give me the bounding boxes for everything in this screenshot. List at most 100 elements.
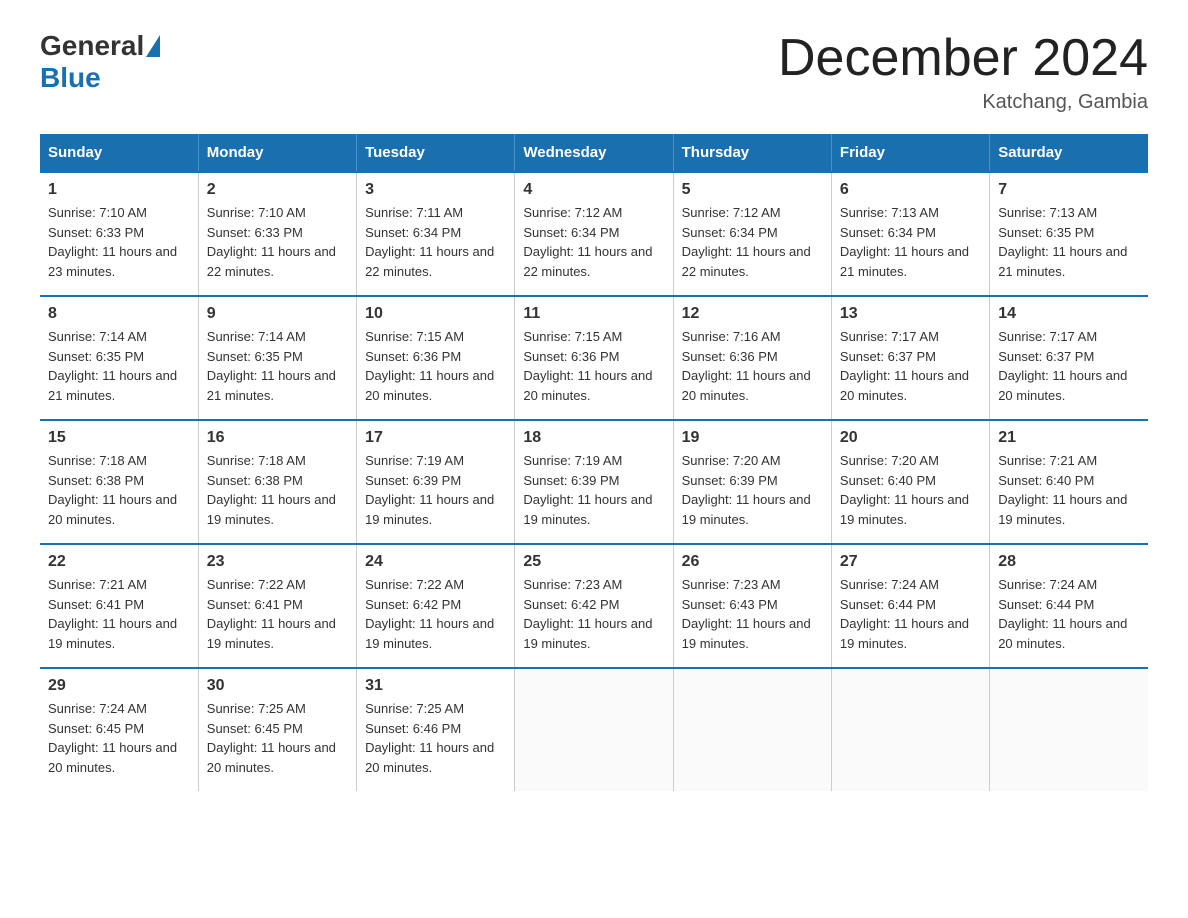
calendar-week-row: 15Sunrise: 7:18 AMSunset: 6:38 PMDayligh… [40, 420, 1148, 544]
day-number: 12 [682, 305, 823, 323]
day-info: Sunrise: 7:14 AMSunset: 6:35 PMDaylight:… [48, 327, 190, 405]
day-number: 26 [682, 553, 823, 571]
location-subtitle: Katchang, Gambia [778, 91, 1148, 114]
day-number: 8 [48, 305, 190, 323]
day-info: Sunrise: 7:24 AMSunset: 6:44 PMDaylight:… [840, 575, 981, 653]
day-number: 2 [207, 181, 348, 199]
day-info: Sunrise: 7:23 AMSunset: 6:43 PMDaylight:… [682, 575, 823, 653]
day-number: 31 [365, 677, 506, 695]
day-info: Sunrise: 7:15 AMSunset: 6:36 PMDaylight:… [365, 327, 506, 405]
day-info: Sunrise: 7:12 AMSunset: 6:34 PMDaylight:… [523, 203, 664, 281]
day-info: Sunrise: 7:24 AMSunset: 6:44 PMDaylight:… [998, 575, 1140, 653]
day-info: Sunrise: 7:19 AMSunset: 6:39 PMDaylight:… [523, 451, 664, 529]
logo-general-text: General [40, 30, 144, 62]
day-number: 22 [48, 553, 190, 571]
calendar-day-cell: 15Sunrise: 7:18 AMSunset: 6:38 PMDayligh… [40, 420, 198, 544]
calendar-day-cell: 2 Sunrise: 7:10 AMSunset: 6:33 PMDaylight… [198, 172, 356, 296]
day-number: 29 [48, 677, 190, 695]
day-of-week-header: Saturday [990, 134, 1148, 172]
day-info: Sunrise: 7:10 AMSunset: 6:33 PMDaylight:… [48, 203, 190, 281]
day-number: 24 [365, 553, 506, 571]
month-title: December 2024 [778, 30, 1148, 87]
day-number: 11 [523, 305, 664, 323]
day-info: Sunrise: 7:12 AMSunset: 6:34 PMDaylight:… [682, 203, 823, 281]
calendar-day-cell: 28 Sunrise: 7:24 AMSunset: 6:44 PMDayligh… [990, 544, 1148, 668]
day-info: Sunrise: 7:10 AMSunset: 6:33 PMDaylight:… [207, 203, 348, 281]
page-header: General Blue December 2024 Katchang, Gam… [40, 30, 1148, 114]
day-number: 1 [48, 181, 190, 199]
day-number: 19 [682, 429, 823, 447]
day-info: Sunrise: 7:17 AMSunset: 6:37 PMDaylight:… [840, 327, 981, 405]
day-number: 6 [840, 181, 981, 199]
day-number: 28 [998, 553, 1140, 571]
calendar-day-cell: 8 Sunrise: 7:14 AMSunset: 6:35 PMDaylight… [40, 296, 198, 420]
day-info: Sunrise: 7:13 AMSunset: 6:35 PMDaylight:… [998, 203, 1140, 281]
calendar-header-row: SundayMondayTuesdayWednesdayThursdayFrid… [40, 134, 1148, 172]
day-of-week-header: Tuesday [357, 134, 515, 172]
calendar-day-cell [990, 668, 1148, 791]
calendar-day-cell [673, 668, 831, 791]
calendar-day-cell: 16 Sunrise: 7:18 AMSunset: 6:38 PMDayligh… [198, 420, 356, 544]
day-number: 14 [998, 305, 1140, 323]
day-number: 13 [840, 305, 981, 323]
day-info: Sunrise: 7:15 AMSunset: 6:36 PMDaylight:… [523, 327, 664, 405]
calendar-day-cell: 27 Sunrise: 7:24 AMSunset: 6:44 PMDayligh… [831, 544, 989, 668]
day-info: Sunrise: 7:21 AMSunset: 6:40 PMDaylight:… [998, 451, 1140, 529]
calendar-week-row: 29 Sunrise: 7:24 AMSunset: 6:45 PMDayligh… [40, 668, 1148, 791]
calendar-day-cell: 12Sunrise: 7:16 AMSunset: 6:36 PMDayligh… [673, 296, 831, 420]
day-of-week-header: Wednesday [515, 134, 673, 172]
day-info: Sunrise: 7:20 AMSunset: 6:39 PMDaylight:… [682, 451, 823, 529]
title-block: December 2024 Katchang, Gambia [778, 30, 1148, 114]
day-number: 30 [207, 677, 348, 695]
day-number: 21 [998, 429, 1140, 447]
calendar-day-cell [515, 668, 673, 791]
calendar-day-cell: 26 Sunrise: 7:23 AMSunset: 6:43 PMDayligh… [673, 544, 831, 668]
calendar-day-cell [831, 668, 989, 791]
calendar-day-cell: 7 Sunrise: 7:13 AMSunset: 6:35 PMDaylight… [990, 172, 1148, 296]
day-number: 7 [998, 181, 1140, 199]
calendar-day-cell: 1 Sunrise: 7:10 AMSunset: 6:33 PMDaylight… [40, 172, 198, 296]
day-number: 16 [207, 429, 348, 447]
day-info: Sunrise: 7:18 AMSunset: 6:38 PMDaylight:… [48, 451, 190, 529]
calendar-table: SundayMondayTuesdayWednesdayThursdayFrid… [40, 134, 1148, 791]
calendar-day-cell: 25Sunrise: 7:23 AMSunset: 6:42 PMDayligh… [515, 544, 673, 668]
calendar-day-cell: 6Sunrise: 7:13 AMSunset: 6:34 PMDaylight… [831, 172, 989, 296]
calendar-day-cell: 18 Sunrise: 7:19 AMSunset: 6:39 PMDayligh… [515, 420, 673, 544]
logo-triangle-icon [146, 35, 160, 57]
calendar-week-row: 8 Sunrise: 7:14 AMSunset: 6:35 PMDaylight… [40, 296, 1148, 420]
day-number: 5 [682, 181, 823, 199]
day-info: Sunrise: 7:22 AMSunset: 6:42 PMDaylight:… [365, 575, 506, 653]
day-info: Sunrise: 7:25 AMSunset: 6:46 PMDaylight:… [365, 699, 506, 777]
calendar-day-cell: 13 Sunrise: 7:17 AMSunset: 6:37 PMDayligh… [831, 296, 989, 420]
day-info: Sunrise: 7:18 AMSunset: 6:38 PMDaylight:… [207, 451, 348, 529]
day-of-week-header: Monday [198, 134, 356, 172]
calendar-day-cell: 11 Sunrise: 7:15 AMSunset: 6:36 PMDayligh… [515, 296, 673, 420]
day-of-week-header: Friday [831, 134, 989, 172]
calendar-day-cell: 5 Sunrise: 7:12 AMSunset: 6:34 PMDaylight… [673, 172, 831, 296]
day-info: Sunrise: 7:23 AMSunset: 6:42 PMDaylight:… [523, 575, 664, 653]
day-info: Sunrise: 7:24 AMSunset: 6:45 PMDaylight:… [48, 699, 190, 777]
day-info: Sunrise: 7:19 AMSunset: 6:39 PMDaylight:… [365, 451, 506, 529]
day-number: 9 [207, 305, 348, 323]
calendar-day-cell: 21 Sunrise: 7:21 AMSunset: 6:40 PMDayligh… [990, 420, 1148, 544]
calendar-day-cell: 17Sunrise: 7:19 AMSunset: 6:39 PMDayligh… [357, 420, 515, 544]
day-number: 27 [840, 553, 981, 571]
calendar-day-cell: 4 Sunrise: 7:12 AMSunset: 6:34 PMDaylight… [515, 172, 673, 296]
day-info: Sunrise: 7:22 AMSunset: 6:41 PMDaylight:… [207, 575, 348, 653]
logo: General Blue [40, 30, 162, 94]
day-info: Sunrise: 7:14 AMSunset: 6:35 PMDaylight:… [207, 327, 348, 405]
calendar-day-cell: 10 Sunrise: 7:15 AMSunset: 6:36 PMDayligh… [357, 296, 515, 420]
calendar-week-row: 1 Sunrise: 7:10 AMSunset: 6:33 PMDaylight… [40, 172, 1148, 296]
calendar-day-cell: 3Sunrise: 7:11 AMSunset: 6:34 PMDaylight… [357, 172, 515, 296]
day-number: 4 [523, 181, 664, 199]
calendar-day-cell: 20Sunrise: 7:20 AMSunset: 6:40 PMDayligh… [831, 420, 989, 544]
calendar-day-cell: 23Sunrise: 7:22 AMSunset: 6:41 PMDayligh… [198, 544, 356, 668]
day-number: 10 [365, 305, 506, 323]
day-info: Sunrise: 7:21 AMSunset: 6:41 PMDaylight:… [48, 575, 190, 653]
day-number: 18 [523, 429, 664, 447]
day-of-week-header: Thursday [673, 134, 831, 172]
logo-blue-text: Blue [40, 62, 101, 93]
calendar-day-cell: 22 Sunrise: 7:21 AMSunset: 6:41 PMDayligh… [40, 544, 198, 668]
calendar-day-cell: 9 Sunrise: 7:14 AMSunset: 6:35 PMDaylight… [198, 296, 356, 420]
day-info: Sunrise: 7:17 AMSunset: 6:37 PMDaylight:… [998, 327, 1140, 405]
